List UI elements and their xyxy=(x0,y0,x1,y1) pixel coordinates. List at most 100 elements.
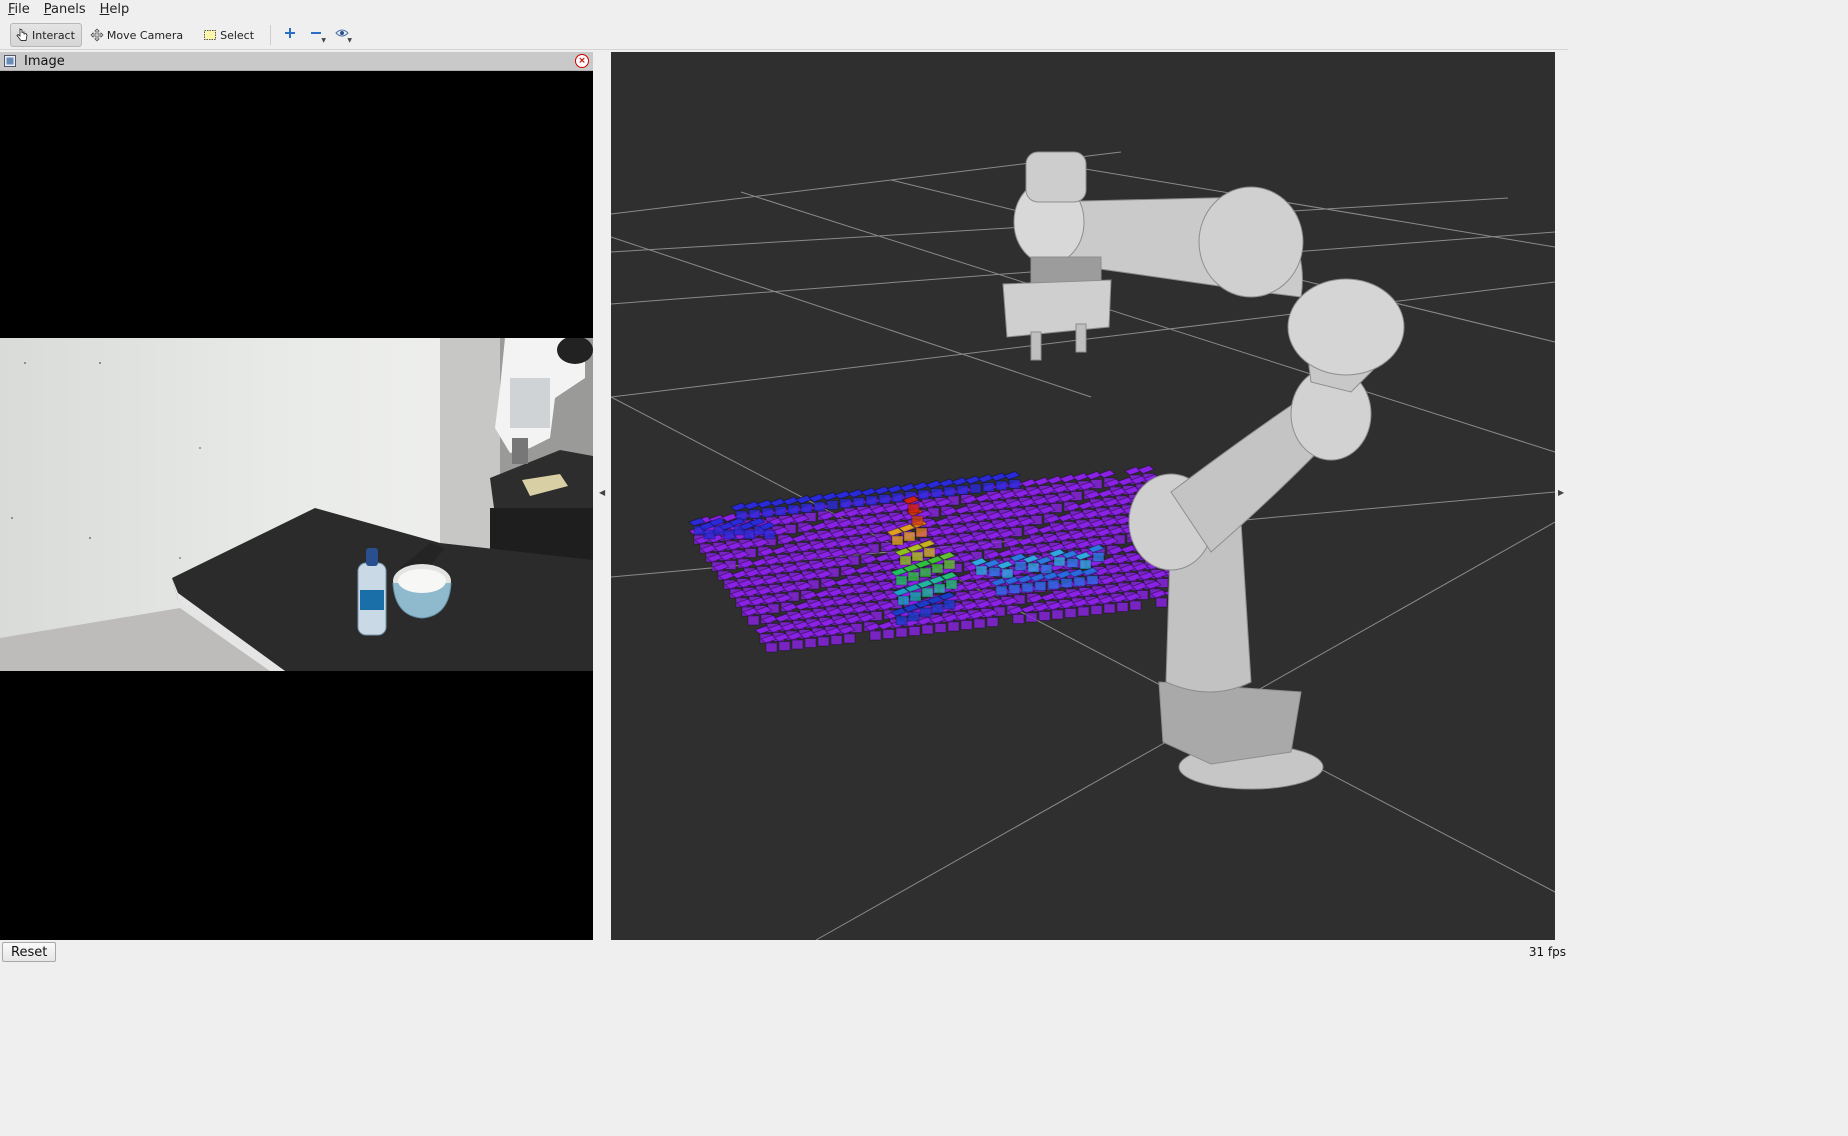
voxel xyxy=(1034,581,1047,591)
select-tool-button[interactable]: Select xyxy=(199,23,260,47)
voxel xyxy=(982,482,995,492)
voxel xyxy=(919,607,932,618)
voxel xyxy=(1116,602,1129,612)
camera-image xyxy=(0,336,593,671)
voxel xyxy=(1058,473,1078,484)
voxel xyxy=(1136,464,1156,475)
add-tool-button[interactable] xyxy=(277,23,303,47)
voxel xyxy=(995,480,1008,491)
view-options-button[interactable]: ▼ xyxy=(329,23,355,47)
voxel xyxy=(794,494,814,505)
voxel xyxy=(830,635,843,645)
voxel xyxy=(1079,559,1092,570)
remove-tool-icon xyxy=(310,27,322,43)
voxel xyxy=(919,567,932,578)
voxel xyxy=(1060,578,1073,588)
voxel xyxy=(852,497,865,507)
image-panel: Image × xyxy=(0,52,593,940)
voxel xyxy=(898,482,918,493)
voxel xyxy=(891,535,904,546)
voxel xyxy=(791,639,804,650)
voxel xyxy=(975,565,988,576)
voxel xyxy=(1047,579,1060,590)
right-panel-collapser[interactable]: ▶ xyxy=(1555,52,1568,940)
menu-bar: File Panels Help xyxy=(0,0,1568,19)
voxel xyxy=(933,583,946,594)
voxel xyxy=(774,506,787,516)
voxel xyxy=(1040,564,1053,574)
voxel xyxy=(1084,470,1104,481)
close-icon[interactable]: × xyxy=(575,54,589,68)
voxel xyxy=(1045,475,1065,485)
voxel xyxy=(937,478,957,488)
panel-splitter[interactable]: ◀ xyxy=(593,52,611,940)
voxel xyxy=(934,623,947,633)
voxel xyxy=(976,473,996,484)
voxel xyxy=(891,492,904,503)
fps-counter: 31 fps xyxy=(1528,945,1566,959)
voxel xyxy=(820,491,840,502)
voxel xyxy=(1053,556,1066,567)
move-camera-tool-button[interactable]: Move Camera xyxy=(86,23,189,47)
voxel xyxy=(907,611,920,622)
voxel xyxy=(1051,609,1064,620)
chevron-down-icon: ▼ xyxy=(347,37,353,44)
collapse-left-icon[interactable]: ◀ xyxy=(599,488,605,497)
voxel xyxy=(915,527,928,538)
voxel xyxy=(833,490,853,500)
voxel xyxy=(956,485,969,495)
toolbar: Interact Move Camera Select ▼ ▼ xyxy=(0,21,1568,50)
voxel xyxy=(1038,611,1051,621)
image-panel-titlebar[interactable]: Image × xyxy=(0,52,593,71)
voxel xyxy=(903,531,916,542)
3d-viewport[interactable] xyxy=(611,52,1555,940)
voxel xyxy=(895,575,908,586)
menu-help[interactable]: Help xyxy=(92,0,136,19)
robot-arm xyxy=(1002,151,1405,790)
voxel xyxy=(1025,612,1038,623)
voxel xyxy=(1077,606,1090,617)
menu-file[interactable]: File xyxy=(0,0,36,19)
voxel xyxy=(943,486,956,497)
voxel xyxy=(765,642,778,653)
voxel xyxy=(895,627,908,638)
voxel xyxy=(787,504,800,515)
voxel xyxy=(1064,608,1077,618)
voxel xyxy=(1129,600,1142,611)
voxel xyxy=(1008,479,1021,489)
voxel xyxy=(911,551,924,562)
voxel xyxy=(1097,469,1117,479)
voxel xyxy=(878,494,891,504)
reset-button[interactable]: Reset xyxy=(2,942,57,962)
voxel xyxy=(755,499,775,509)
image-panel-icon xyxy=(4,55,16,67)
expand-right-icon[interactable]: ▶ xyxy=(1558,488,1564,497)
voxel xyxy=(921,624,934,635)
3d-scene xyxy=(611,151,1555,940)
voxel xyxy=(911,481,931,491)
voxel xyxy=(963,475,983,485)
menu-panels[interactable]: Panels xyxy=(36,0,92,19)
voxel xyxy=(1071,472,1091,482)
voxel xyxy=(1103,603,1116,614)
voxel xyxy=(908,626,921,636)
voxel xyxy=(1090,605,1103,615)
voxel xyxy=(986,617,999,627)
select-rectangle-icon xyxy=(203,28,217,42)
voxel xyxy=(763,529,776,540)
voxel xyxy=(804,638,817,648)
voxel xyxy=(1123,466,1143,476)
voxel xyxy=(761,507,774,518)
voxel xyxy=(995,585,1008,596)
voxel xyxy=(907,503,920,514)
voxel xyxy=(947,621,960,632)
voxel xyxy=(988,567,1001,577)
voxel xyxy=(899,555,912,566)
voxel xyxy=(907,571,920,582)
voxel xyxy=(703,529,716,540)
interact-tool-button[interactable]: Interact xyxy=(10,23,82,47)
voxel xyxy=(748,509,761,519)
remove-tool-button[interactable]: ▼ xyxy=(303,23,329,47)
voxel xyxy=(895,615,908,626)
voxel xyxy=(768,497,788,508)
